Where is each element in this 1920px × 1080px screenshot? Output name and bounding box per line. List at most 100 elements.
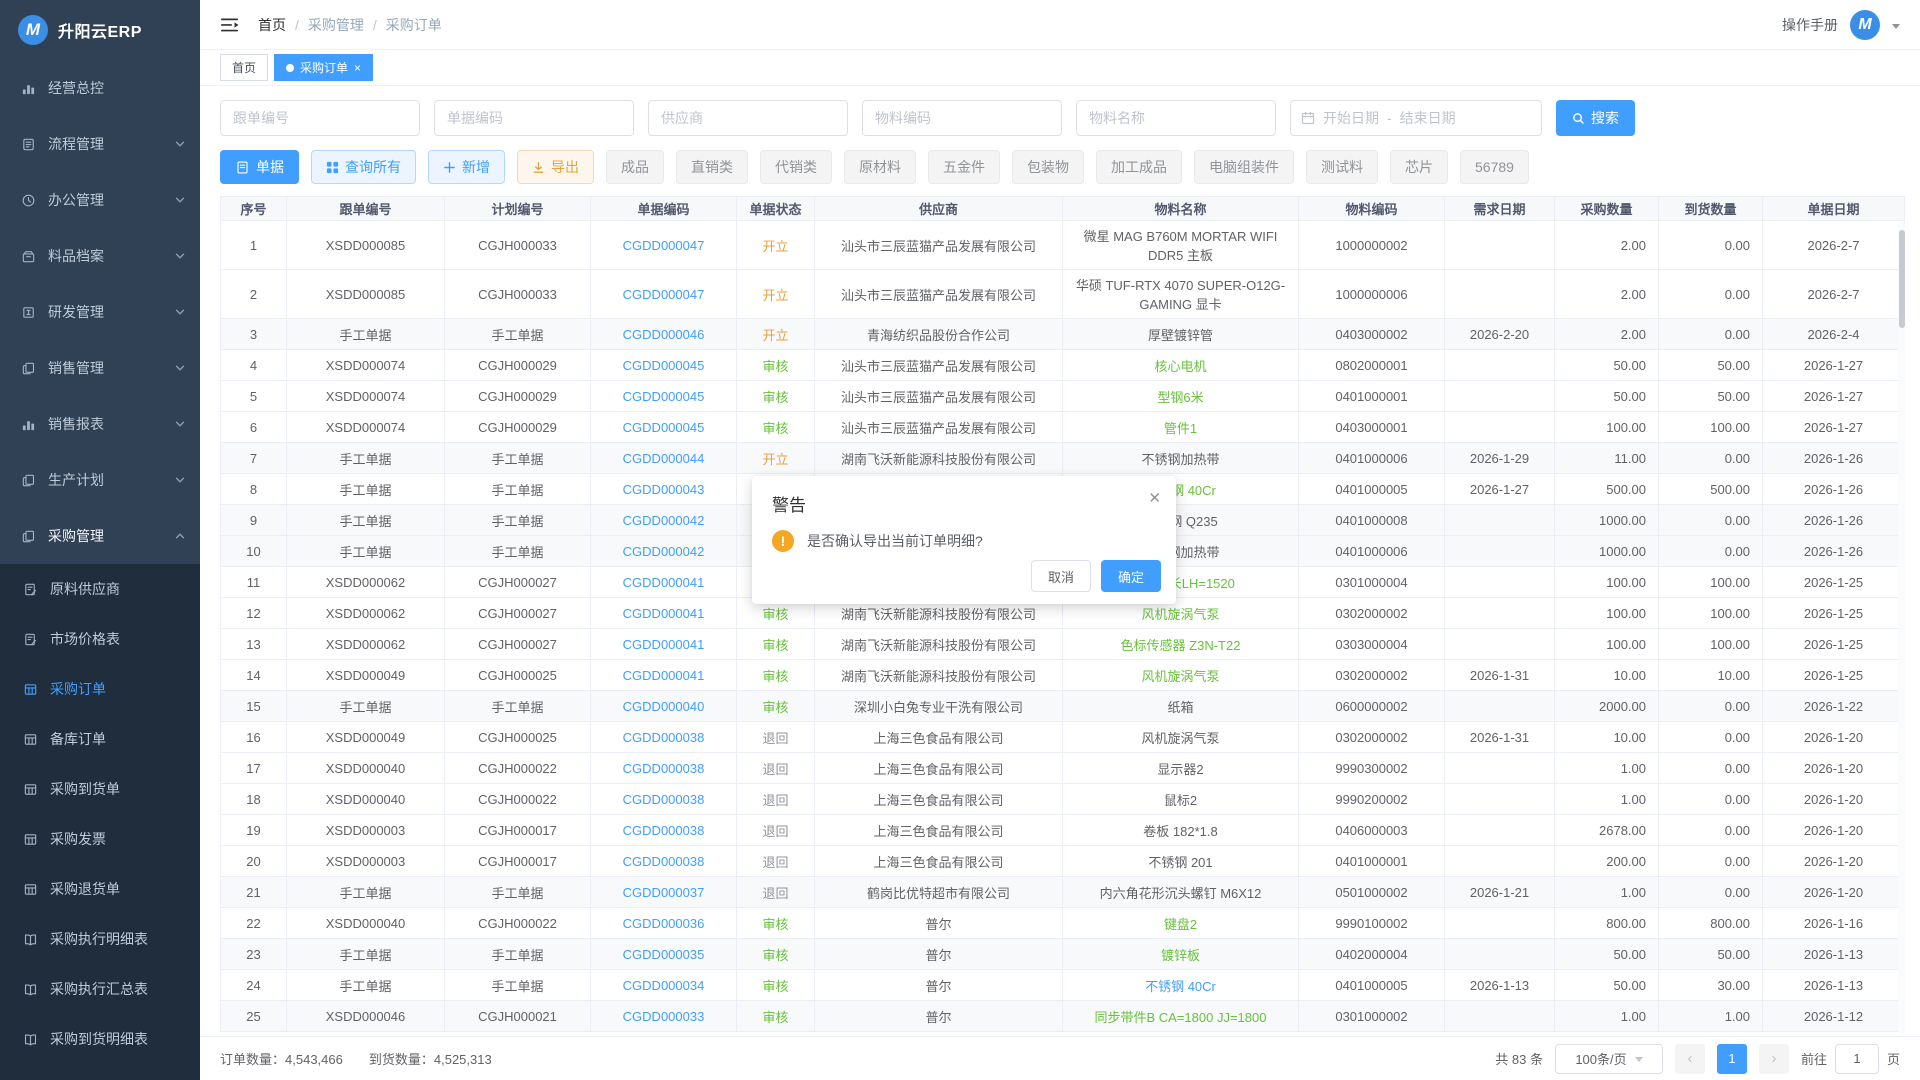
cell-doc-code-text[interactable]: CGDD000044 xyxy=(623,451,705,466)
cell-doc-code-text[interactable]: CGDD000042 xyxy=(623,544,705,559)
cell-doc-code-text[interactable]: CGDD000033 xyxy=(623,1009,705,1024)
sidebar-subitem-采购到货明细表[interactable]: 采购到货明细表 xyxy=(0,1014,200,1064)
filter-input-物料名称[interactable] xyxy=(1076,100,1276,136)
category-button-加工成品[interactable]: 加工成品 xyxy=(1096,150,1182,184)
filter-input-跟单编号[interactable] xyxy=(220,100,420,136)
category-button-包装物[interactable]: 包装物 xyxy=(1012,150,1084,184)
cell-doc-code[interactable]: CGDD000040 xyxy=(591,691,737,722)
cell-doc-code-text[interactable]: CGDD000041 xyxy=(623,606,705,621)
sidebar-item-经营总控[interactable]: 经营总控 xyxy=(0,60,200,116)
sidebar-item-销售管理[interactable]: 销售管理 xyxy=(0,340,200,396)
cell-doc-code-text[interactable]: CGDD000038 xyxy=(623,823,705,838)
category-button-代销类[interactable]: 代销类 xyxy=(760,150,832,184)
cell-doc-code-text[interactable]: CGDD000046 xyxy=(623,327,705,342)
cell-doc-code-text[interactable]: CGDD000047 xyxy=(623,238,705,253)
category-button-原材料[interactable]: 原材料 xyxy=(844,150,916,184)
cell-doc-code-text[interactable]: CGDD000041 xyxy=(623,668,705,683)
cell-doc-code-text[interactable]: CGDD000038 xyxy=(623,792,705,807)
sidebar-subitem-备库订单[interactable]: 备库订单 xyxy=(0,714,200,764)
table-scrollbar[interactable] xyxy=(1898,222,1905,1034)
cell-doc-code[interactable]: CGDD000044 xyxy=(591,443,737,474)
sidebar-item-料品档案[interactable]: 料品档案 xyxy=(0,228,200,284)
cell-doc-code-text[interactable]: CGDD000038 xyxy=(623,761,705,776)
cell-doc-code[interactable]: CGDD000041 xyxy=(591,660,737,691)
category-button-五金件[interactable]: 五金件 xyxy=(928,150,1000,184)
sidebar-subitem-采购订单[interactable]: 采购订单 xyxy=(0,664,200,714)
next-page-button[interactable]: › xyxy=(1759,1044,1789,1074)
current-page-button[interactable]: 1 xyxy=(1717,1044,1747,1074)
doc-button[interactable]: 单据 xyxy=(220,150,299,184)
category-button-成品[interactable]: 成品 xyxy=(606,150,664,184)
cell-doc-code[interactable]: CGDD000045 xyxy=(591,350,737,381)
cell-doc-code[interactable]: CGDD000034 xyxy=(591,970,737,1001)
cell-doc-code[interactable]: CGDD000042 xyxy=(591,536,737,567)
cancel-button[interactable]: 取消 xyxy=(1031,560,1091,592)
search-button[interactable]: 搜索 xyxy=(1556,100,1635,136)
cell-doc-code[interactable]: CGDD000036 xyxy=(591,908,737,939)
cell-doc-code-text[interactable]: CGDD000034 xyxy=(623,978,705,993)
cell-doc-code[interactable]: CGDD000038 xyxy=(591,753,737,784)
sidebar-subitem-采购到货单[interactable]: 采购到货单 xyxy=(0,764,200,814)
prev-page-button[interactable]: ‹ xyxy=(1675,1044,1705,1074)
close-icon[interactable]: ✕ xyxy=(1148,491,1161,506)
sidebar-item-采购管理[interactable]: 采购管理 xyxy=(0,508,200,564)
cell-doc-code[interactable]: CGDD000041 xyxy=(591,629,737,660)
tab-close-icon[interactable]: × xyxy=(354,61,361,75)
breadcrumb-purchase-mgmt[interactable]: 采购管理 xyxy=(308,15,364,35)
sidebar-item-销售报表[interactable]: 销售报表 xyxy=(0,396,200,452)
breadcrumb-home[interactable]: 首页 xyxy=(258,15,286,35)
tab-采购订单[interactable]: 采购订单× xyxy=(274,54,373,81)
cell-doc-code-text[interactable]: CGDD000041 xyxy=(623,637,705,652)
cell-doc-code[interactable]: CGDD000041 xyxy=(591,567,737,598)
cell-doc-code[interactable]: CGDD000038 xyxy=(591,815,737,846)
page-size-select[interactable]: 100条/页 xyxy=(1555,1044,1663,1074)
goto-page-input[interactable] xyxy=(1835,1044,1879,1074)
sidebar-subitem-采购执行汇总表[interactable]: 采购执行汇总表 xyxy=(0,964,200,1014)
sidebar-item-流程管理[interactable]: 流程管理 xyxy=(0,116,200,172)
query-all-button[interactable]: 查询所有 xyxy=(311,150,416,184)
sidebar-subitem-采购发票[interactable]: 采购发票 xyxy=(0,814,200,864)
category-button-电脑组装件[interactable]: 电脑组装件 xyxy=(1194,150,1294,184)
cell-doc-code-text[interactable]: CGDD000035 xyxy=(623,947,705,962)
sidebar-subitem-原料供应商[interactable]: 原料供应商 xyxy=(0,564,200,614)
filter-input-供应商[interactable] xyxy=(648,100,848,136)
scrollbar-thumb[interactable] xyxy=(1899,230,1905,328)
cell-doc-code[interactable]: CGDD000047 xyxy=(591,270,737,319)
sidebar-item-生产计划[interactable]: 生产计划 xyxy=(0,452,200,508)
sidebar-item-研发管理[interactable]: 研发管理 xyxy=(0,284,200,340)
category-button-56789[interactable]: 56789 xyxy=(1460,150,1529,184)
cell-doc-code-text[interactable]: CGDD000045 xyxy=(623,358,705,373)
cell-doc-code[interactable]: CGDD000035 xyxy=(591,939,737,970)
tab-首页[interactable]: 首页 xyxy=(220,54,268,81)
cell-doc-code-text[interactable]: CGDD000036 xyxy=(623,916,705,931)
export-button[interactable]: 导出 xyxy=(517,150,594,184)
cell-material[interactable]: 不锈钢 40Cr xyxy=(1063,970,1299,1001)
cell-doc-code-text[interactable]: CGDD000037 xyxy=(623,885,705,900)
category-button-测试料[interactable]: 测试料 xyxy=(1306,150,1378,184)
category-button-芯片[interactable]: 芯片 xyxy=(1390,150,1448,184)
sidebar-subitem-采购发票明细表[interactable]: 采购发票明细表 xyxy=(0,1064,200,1080)
cell-material-text[interactable]: 不锈钢 40Cr xyxy=(1145,979,1216,994)
cell-doc-code[interactable]: CGDD000038 xyxy=(591,784,737,815)
cell-doc-code-text[interactable]: CGDD000045 xyxy=(623,420,705,435)
sidebar-subitem-市场价格表[interactable]: 市场价格表 xyxy=(0,614,200,664)
cell-doc-code[interactable]: CGDD000037 xyxy=(591,877,737,908)
cell-doc-code-text[interactable]: CGDD000040 xyxy=(623,699,705,714)
cell-doc-code[interactable]: CGDD000043 xyxy=(591,474,737,505)
cell-doc-code[interactable]: CGDD000046 xyxy=(591,319,737,350)
cell-doc-code[interactable]: CGDD000045 xyxy=(591,412,737,443)
cell-doc-code-text[interactable]: CGDD000041 xyxy=(623,575,705,590)
manual-link[interactable]: 操作手册 xyxy=(1782,15,1838,35)
cell-doc-code[interactable]: CGDD000038 xyxy=(591,846,737,877)
cell-doc-code-text[interactable]: CGDD000047 xyxy=(623,287,705,302)
avatar[interactable]: M xyxy=(1850,10,1880,40)
cell-doc-code-text[interactable]: CGDD000042 xyxy=(623,513,705,528)
add-button[interactable]: 新增 xyxy=(428,150,505,184)
collapse-menu-icon[interactable] xyxy=(220,16,242,34)
sidebar-subitem-采购退货单[interactable]: 采购退货单 xyxy=(0,864,200,914)
cell-doc-code[interactable]: CGDD000045 xyxy=(591,381,737,412)
date-range-picker[interactable]: 开始日期-结束日期 xyxy=(1290,100,1542,136)
confirm-button[interactable]: 确定 xyxy=(1101,560,1161,592)
cell-doc-code-text[interactable]: CGDD000038 xyxy=(623,854,705,869)
filter-input-单据编码[interactable] xyxy=(434,100,634,136)
